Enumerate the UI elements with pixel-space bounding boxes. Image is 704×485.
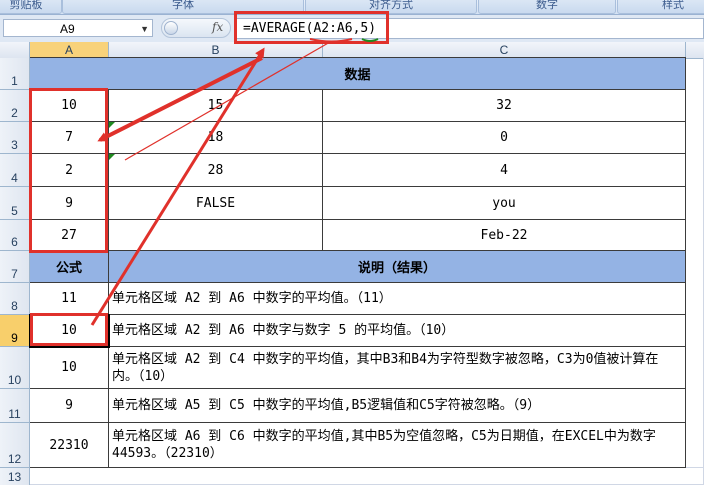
row-number: 13 <box>7 470 22 484</box>
cell-a12[interactable]: 22310 <box>30 423 109 468</box>
data-header[interactable]: 数据 <box>30 58 686 90</box>
row-header-4[interactable]: 4 <box>0 154 30 187</box>
cell-b9-description[interactable]: 单元格区域 A2 到 A6 中数字与数字 5 的平均值。（10） <box>109 315 686 347</box>
cell-b4[interactable]: 28 <box>109 154 323 187</box>
row-header-13[interactable]: 13 <box>0 468 30 485</box>
column-header-a[interactable]: A <box>30 42 109 58</box>
ribbon-group-clipboard[interactable]: 剪贴板 <box>0 0 62 14</box>
row-number: 1 <box>11 74 18 88</box>
row-header-3[interactable]: 3 <box>0 122 30 154</box>
expand-circle-icon[interactable] <box>164 21 178 35</box>
cell-b10-description[interactable]: 单元格区域 A2 到 C4 中数字的平均值，其中B3和B4为字符型数字被忽略，C… <box>109 347 686 389</box>
cell-a8[interactable]: 11 <box>30 283 109 315</box>
column-header-b[interactable]: B <box>109 42 323 58</box>
ribbon-group-styles[interactable]: 样式 <box>617 0 704 14</box>
cell-b11-description[interactable]: 单元格区域 A5 到 C5 中数字的平均值,B5逻辑值和C5字符被忽略。（9） <box>109 389 686 423</box>
cell-b2[interactable]: 15 <box>109 90 323 122</box>
empty-row-13[interactable] <box>30 468 704 485</box>
row-header-7[interactable]: 7 <box>0 251 30 283</box>
ribbon-group-number[interactable]: 数字 <box>478 0 616 14</box>
row-header-11[interactable]: 11 <box>0 389 30 423</box>
select-all-corner[interactable] <box>0 42 30 58</box>
name-box[interactable]: A9 ▼ <box>3 19 153 37</box>
formula-bar-splitter[interactable]: fx <box>161 18 231 38</box>
cell-b5[interactable]: FALSE <box>109 187 323 220</box>
cell-b6[interactable] <box>109 220 323 251</box>
cell-a11[interactable]: 9 <box>30 389 109 423</box>
row-number: 4 <box>11 171 18 185</box>
cell-b12-description[interactable]: 单元格区域 A6 到 C6 中数字的平均值,其中B5为空值忽略，C5为日期值，在… <box>109 423 686 468</box>
row-number: 7 <box>11 267 18 281</box>
row-header-12[interactable]: 12 <box>0 423 30 468</box>
cell-b8-description[interactable]: 单元格区域 A2 到 A6 中数字的平均值。（11） <box>109 283 686 315</box>
cell-b4-value: 28 <box>207 162 224 178</box>
error-indicator-icon <box>109 154 115 160</box>
cell-a10[interactable]: 10 <box>30 347 109 389</box>
row-number: 10 <box>7 373 22 387</box>
row-number: 5 <box>11 204 18 218</box>
row-number: 9 <box>11 331 18 345</box>
cell-c5[interactable]: you <box>323 187 686 220</box>
insert-function-icon[interactable]: fx <box>212 20 223 34</box>
formula-header[interactable]: 公式 <box>30 251 109 283</box>
row-number: 2 <box>11 106 18 120</box>
cell-b3[interactable]: 18 <box>109 122 323 154</box>
cell-b3-value: 18 <box>207 130 224 145</box>
chevron-down-icon[interactable]: ▼ <box>140 20 149 38</box>
range-highlight-box <box>29 88 108 253</box>
cell-c2[interactable]: 32 <box>323 90 686 122</box>
row-header-9[interactable]: 9 <box>0 315 30 347</box>
row-number: 11 <box>8 407 21 421</box>
row-header-8[interactable]: 8 <box>0 283 30 315</box>
cell-c6[interactable]: Feb-22 <box>323 220 686 251</box>
row-header-6[interactable]: 6 <box>0 220 30 251</box>
row-number: 3 <box>11 138 18 152</box>
row-number: 12 <box>7 452 22 466</box>
empty-column-d[interactable] <box>686 58 704 468</box>
column-header-d[interactable] <box>686 42 704 58</box>
result-highlight-box <box>30 313 108 346</box>
row-header-5[interactable]: 5 <box>0 187 30 220</box>
column-header-c[interactable]: C <box>323 42 686 58</box>
cell-c3[interactable]: 0 <box>323 122 686 154</box>
row-number: 6 <box>11 235 18 249</box>
explanation-header[interactable]: 说明（结果） <box>109 251 686 283</box>
row-header-1[interactable]: 1 <box>0 58 30 90</box>
row-header-10[interactable]: 10 <box>0 347 30 389</box>
formula-highlight-box <box>234 11 389 44</box>
name-box-value: A9 <box>60 22 75 36</box>
error-indicator-icon <box>109 122 115 128</box>
row-number: 8 <box>11 299 18 313</box>
cell-c4[interactable]: 4 <box>323 154 686 187</box>
row-header-2[interactable]: 2 <box>0 90 30 122</box>
